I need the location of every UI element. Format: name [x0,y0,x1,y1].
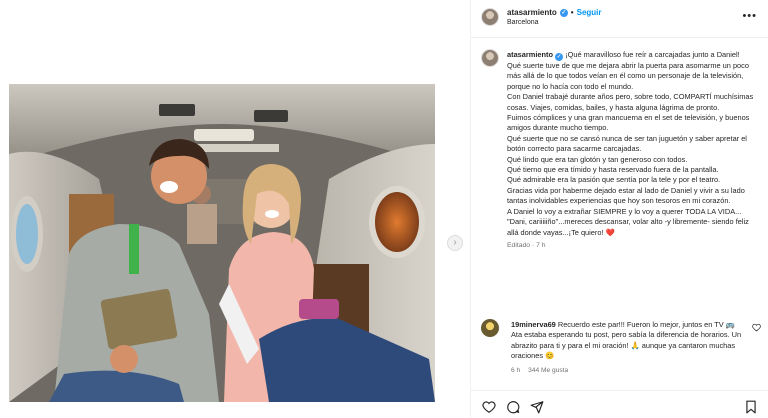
comment-item: 19minerva69 Recuerdo este par!!! Fueron … [471,314,768,386]
comment-likes[interactable]: 344 Me gusta [528,366,568,376]
post-header: atasarmiento ✓ • Seguir Barcelona ••• [471,0,768,38]
avatar[interactable] [481,49,499,67]
verified-badge-icon: ✓ [555,53,564,61]
heart-icon[interactable] [481,399,497,415]
caption-line-6: Qué tierno que era tímido y hasta reserv… [507,165,719,175]
separator-dot: • [570,8,574,17]
share-icon[interactable] [529,399,545,415]
caption-line: atasarmiento ✓ ¡Qué maravilloso fue reír… [507,50,761,61]
caption-line-8: Gracias vida por haberme dejado estar al… [507,185,745,206]
post-caption: atasarmiento ✓ ¡Qué maravilloso fue reír… [471,38,768,306]
caption-line-9: A Daniel lo voy a extrañar SIEMPRE y lo … [507,206,742,216]
more-options-icon[interactable]: ••• [742,10,757,22]
caption-line-7: Qué admirable era la pasión que sentía p… [507,175,721,185]
media-area: › [0,0,470,418]
caption-username[interactable]: atasarmiento [507,50,553,59]
share-svg [530,401,544,414]
carousel-next-icon[interactable]: › [447,235,463,251]
bookmark-svg [746,400,756,414]
caption-meta: Editado · 7 h [507,241,546,249]
comment-body: 19minerva69 Recuerdo este par!!! Fueron … [511,320,745,376]
comment-icon[interactable] [505,399,521,415]
verified-badge-icon: ✓ [559,8,568,17]
caption-line-1: Qué suerte tuve de que me dejara abrir l… [507,61,749,91]
comment-meta: 6 h 344 Me gusta [511,366,745,376]
comment-svg [507,401,520,414]
comment-time: 6 h [511,366,521,374]
post-photo[interactable] [9,84,435,402]
action-bar [471,390,768,418]
caption-line-10: "Dani, cariiiiiño"...mereces descansar, … [507,217,749,237]
comment-username[interactable]: 19minerva69 [511,320,556,329]
avatar[interactable] [481,8,499,26]
avatar[interactable] [481,319,499,337]
follow-button[interactable]: Seguir [577,8,602,17]
caption-line-0: ¡Qué maravilloso fue reír a carcajadas j… [565,50,740,59]
post-side-panel: atasarmiento ✓ • Seguir Barcelona ••• at… [470,0,768,418]
location-link[interactable]: Barcelona [507,19,539,26]
caption-line-3: Fuimos cómplices y una gran mancuerna en… [507,113,750,133]
caption-text: atasarmiento ✓ ¡Qué maravilloso fue reír… [507,50,761,251]
caption-line-4: Qué suerte que no se cansó nunca de ser … [507,133,747,154]
caption-line-2: Con Daniel trabajé durante años pero, so… [507,92,754,112]
instagram-post-view: › atasarmiento ✓ • Seguir Barcelona ••• … [0,0,768,418]
heart-outline-svg [752,323,761,332]
bookmark-icon[interactable] [743,399,759,415]
comment-like-icon[interactable] [752,323,761,334]
photo-illustration [9,84,435,402]
header-username[interactable]: atasarmiento [507,8,557,17]
heart-svg [482,401,496,413]
caption-line-5: Qué lindo que era tan glotón y tan gener… [507,154,688,164]
header-user-line: atasarmiento ✓ • Seguir [507,8,602,17]
